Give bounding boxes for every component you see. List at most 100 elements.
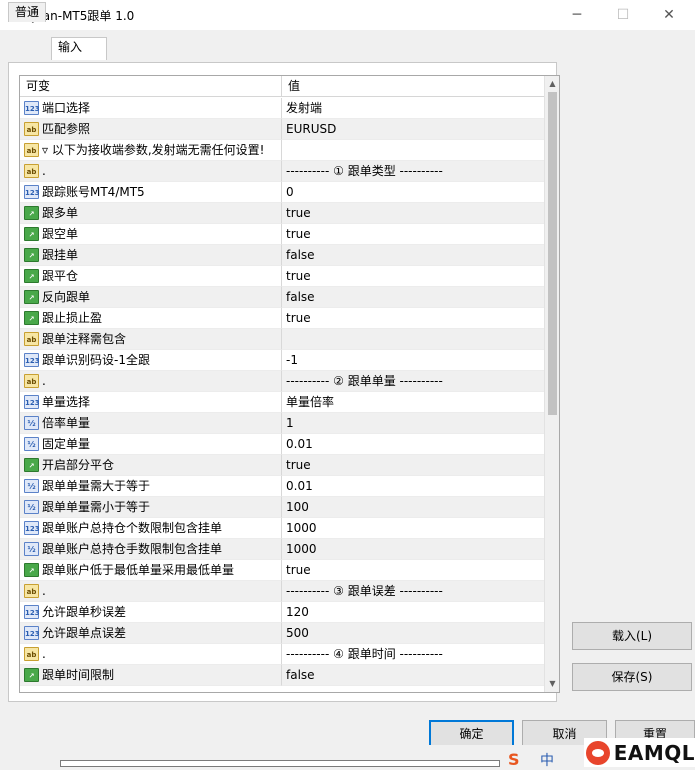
- row-value-cell[interactable]: -1: [282, 350, 545, 371]
- row-value-cell[interactable]: true: [282, 455, 545, 476]
- row-value-cell[interactable]: ---------- ② 跟单单量 ----------: [282, 371, 545, 392]
- row-variable-cell[interactable]: ↗ 跟单账户低于最低单量采用最低单量: [20, 560, 282, 581]
- grid-row[interactable]: ½ 跟单账户总持仓手数限制包含挂单 1000: [20, 539, 545, 560]
- grid-row[interactable]: ↗ 跟多单 true: [20, 203, 545, 224]
- grid-row[interactable]: ↗ 跟空单 true: [20, 224, 545, 245]
- sogou-ime-icon[interactable]: S: [508, 750, 528, 769]
- row-value-cell[interactable]: 0.01: [282, 476, 545, 497]
- grid-row[interactable]: ↗ 开启部分平仓 true: [20, 455, 545, 476]
- row-value-cell[interactable]: ---------- ④ 跟单时间 ----------: [282, 644, 545, 665]
- row-value-cell[interactable]: 1: [282, 413, 545, 434]
- grid-row[interactable]: ↗ 跟平仓 true: [20, 266, 545, 287]
- grid-row[interactable]: ab. ---------- ③ 跟单误差 ----------: [20, 581, 545, 602]
- grid-row[interactable]: ½ 跟单单量需大于等于 0.01: [20, 476, 545, 497]
- row-variable-cell[interactable]: ½ 倍率单量: [20, 413, 282, 434]
- row-value-cell[interactable]: 500: [282, 623, 545, 644]
- row-value-cell[interactable]: false: [282, 665, 545, 686]
- tab-inputs[interactable]: 输入: [51, 37, 107, 60]
- row-value-cell[interactable]: 0: [282, 182, 545, 203]
- row-value-cell[interactable]: false: [282, 287, 545, 308]
- grid-row[interactable]: ↗ 跟单时间限制 false: [20, 665, 545, 686]
- row-variable-cell[interactable]: ↗ 反向跟单: [20, 287, 282, 308]
- grid-row[interactable]: ½ 固定单量 0.01: [20, 434, 545, 455]
- vertical-scrollbar[interactable]: ▲ ▼: [544, 76, 559, 692]
- header-value[interactable]: 值: [282, 76, 545, 97]
- grid-row[interactable]: ↗ 跟挂单 false: [20, 245, 545, 266]
- row-variable-cell[interactable]: 123 允许跟单点误差: [20, 623, 282, 644]
- row-value-cell[interactable]: false: [282, 245, 545, 266]
- row-variable-cell[interactable]: ab 匹配参照: [20, 119, 282, 140]
- row-value-cell[interactable]: 1000: [282, 518, 545, 539]
- row-value-cell[interactable]: ---------- ③ 跟单误差 ----------: [282, 581, 545, 602]
- grid-row[interactable]: ab 跟单注释需包含: [20, 329, 545, 350]
- row-value-cell[interactable]: true: [282, 224, 545, 245]
- row-variable-cell[interactable]: 123 端口选择: [20, 98, 282, 119]
- row-value-cell[interactable]: true: [282, 308, 545, 329]
- grid-row[interactable]: 123 允许跟单秒误差 120: [20, 602, 545, 623]
- row-value-cell[interactable]: 120: [282, 602, 545, 623]
- grid-row[interactable]: 123 跟单识别码设-1全跟 -1: [20, 350, 545, 371]
- row-variable-cell[interactable]: ab.: [20, 644, 282, 665]
- row-value-cell[interactable]: true: [282, 203, 545, 224]
- scroll-down-icon[interactable]: ▼: [545, 676, 559, 692]
- grid-row[interactable]: 123 跟踪账号MT4/MT5 0: [20, 182, 545, 203]
- grid-row[interactable]: ↗ 跟单账户低于最低单量采用最低单量 true: [20, 560, 545, 581]
- close-button[interactable]: ✕: [646, 0, 692, 30]
- row-value-cell[interactable]: [282, 329, 545, 350]
- row-variable-cell[interactable]: ½ 跟单单量需小于等于: [20, 497, 282, 518]
- row-variable-cell[interactable]: ↗ 跟空单: [20, 224, 282, 245]
- grid-row[interactable]: 123 跟单账户总持仓个数限制包含挂单 1000: [20, 518, 545, 539]
- row-variable-cell[interactable]: ab.: [20, 371, 282, 392]
- row-value-cell[interactable]: [282, 140, 545, 161]
- grid-row[interactable]: ↗ 跟止损止盈 true: [20, 308, 545, 329]
- row-variable-cell[interactable]: ½ 固定单量: [20, 434, 282, 455]
- save-button[interactable]: 保存(S): [572, 663, 692, 691]
- row-variable-cell[interactable]: ab.: [20, 161, 282, 182]
- grid-row[interactable]: ½ 跟单单量需小于等于 100: [20, 497, 545, 518]
- row-variable-cell[interactable]: 123 跟单账户总持仓个数限制包含挂单: [20, 518, 282, 539]
- ok-button[interactable]: 确定: [429, 720, 514, 748]
- row-value-cell[interactable]: 1000: [282, 539, 545, 560]
- row-variable-cell[interactable]: ↗ 跟单时间限制: [20, 665, 282, 686]
- row-variable-cell[interactable]: ↗ 跟平仓: [20, 266, 282, 287]
- minimize-button[interactable]: ─: [554, 0, 600, 30]
- row-variable-cell[interactable]: ↗ 跟止损止盈: [20, 308, 282, 329]
- tab-general[interactable]: 普通: [8, 2, 47, 22]
- row-value-cell[interactable]: ---------- ① 跟单类型 ----------: [282, 161, 545, 182]
- row-variable-cell[interactable]: ½ 跟单账户总持仓手数限制包含挂单: [20, 539, 282, 560]
- row-value-cell[interactable]: 100: [282, 497, 545, 518]
- header-variable[interactable]: 可变: [20, 76, 282, 97]
- row-variable-cell[interactable]: ab ▿ 以下为接收端参数,发射端无需任何设置!: [20, 140, 282, 161]
- grid-row[interactable]: ½ 倍率单量 1: [20, 413, 545, 434]
- load-button[interactable]: 载入(L): [572, 622, 692, 650]
- row-value-cell[interactable]: true: [282, 560, 545, 581]
- row-variable-cell[interactable]: 123 跟单识别码设-1全跟: [20, 350, 282, 371]
- row-variable-cell[interactable]: ab.: [20, 581, 282, 602]
- grid-row[interactable]: ab. ---------- ④ 跟单时间 ----------: [20, 644, 545, 665]
- row-variable-cell[interactable]: ↗ 开启部分平仓: [20, 455, 282, 476]
- grid-row[interactable]: ab ▿ 以下为接收端参数,发射端无需任何设置!: [20, 140, 545, 161]
- row-variable-cell[interactable]: ab 跟单注释需包含: [20, 329, 282, 350]
- row-variable-cell[interactable]: 123 跟踪账号MT4/MT5: [20, 182, 282, 203]
- grid-row[interactable]: 123 端口选择 发射端: [20, 98, 545, 119]
- row-value-cell[interactable]: 0.01: [282, 434, 545, 455]
- grid-row[interactable]: 123 单量选择 单量倍率: [20, 392, 545, 413]
- grid-row[interactable]: ↗ 反向跟单 false: [20, 287, 545, 308]
- row-value-cell[interactable]: 发射端: [282, 98, 545, 119]
- scroll-up-icon[interactable]: ▲: [545, 76, 559, 92]
- row-variable-cell[interactable]: ½ 跟单单量需大于等于: [20, 476, 282, 497]
- ime-mode-label[interactable]: 中: [540, 750, 554, 770]
- maximize-button[interactable]: ☐: [600, 0, 646, 30]
- row-value-cell[interactable]: true: [282, 266, 545, 287]
- grid-row[interactable]: ab. ---------- ① 跟单类型 ----------: [20, 161, 545, 182]
- grid-row[interactable]: 123 允许跟单点误差 500: [20, 623, 545, 644]
- row-variable-cell[interactable]: 123 允许跟单秒误差: [20, 602, 282, 623]
- scrollbar-thumb[interactable]: [548, 92, 557, 415]
- grid-row[interactable]: ab 匹配参照 EURUSD: [20, 119, 545, 140]
- row-value-cell[interactable]: EURUSD: [282, 119, 545, 140]
- row-variable-cell[interactable]: ↗ 跟挂单: [20, 245, 282, 266]
- row-variable-cell[interactable]: ↗ 跟多单: [20, 203, 282, 224]
- grid-row[interactable]: ab. ---------- ② 跟单单量 ----------: [20, 371, 545, 392]
- row-variable-cell[interactable]: 123 单量选择: [20, 392, 282, 413]
- row-value-cell[interactable]: 单量倍率: [282, 392, 545, 413]
